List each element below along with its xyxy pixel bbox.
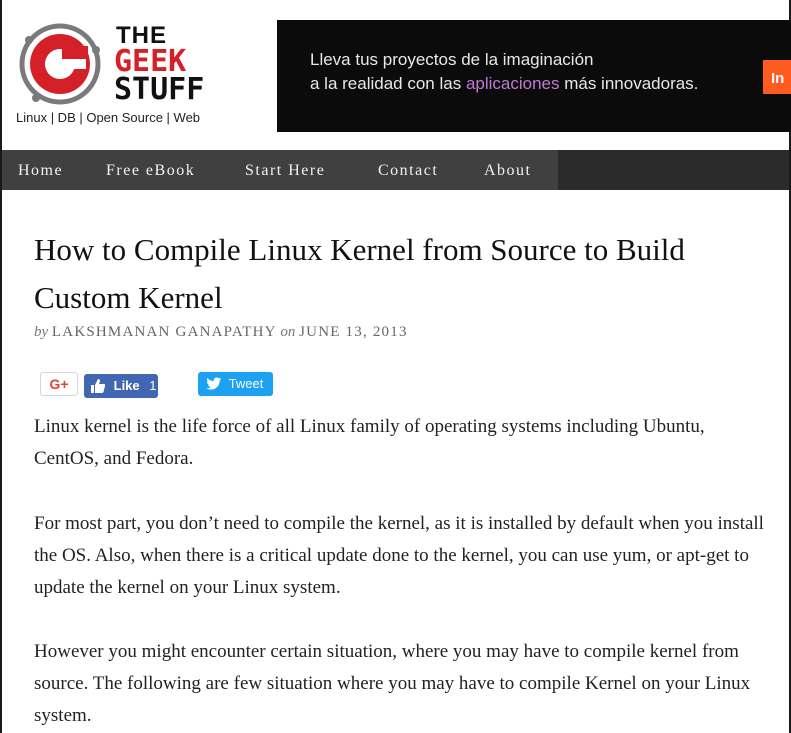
like-label: Like: [113, 378, 140, 393]
google-plus-button[interactable]: G+: [40, 372, 78, 396]
geek-g-logo-icon: [19, 23, 101, 105]
ad-text-line2-start: a la realidad con las: [310, 74, 466, 93]
ad-text-line1: Lleva tus proyectos de la imaginación: [310, 50, 594, 69]
article-paragraph: For most part, you don’t need to compile…: [34, 513, 764, 598]
nav-item-contact[interactable]: Contact: [378, 162, 438, 180]
nav-item-about[interactable]: About: [484, 162, 532, 180]
ad-text-line2: a la realidad con las aplicaciones más i…: [310, 74, 698, 94]
nav-item-start-here[interactable]: Start Here: [245, 162, 325, 180]
nav-menu: Home Free eBook Start Here Contact About: [2, 150, 558, 190]
article-paragraph: Linux kernel is the life force of all Li…: [34, 416, 705, 469]
page-border-left: [0, 0, 2, 733]
facebook-like-button[interactable]: Like 1: [84, 374, 158, 398]
author-link[interactable]: LAKSHMANAN GANAPATHY: [52, 324, 277, 340]
publish-date: JUNE 13, 2013: [299, 324, 408, 340]
tweet-button[interactable]: Tweet: [198, 372, 273, 396]
ad-cta-button[interactable]: In: [763, 60, 791, 94]
nav-item-free-ebook[interactable]: Free eBook: [106, 162, 195, 180]
byline-by: by: [34, 324, 49, 340]
thumbs-up-icon: [90, 374, 106, 402]
ad-text-line2-end: más innovadoras.: [559, 74, 699, 93]
article-byline: by LAKSHMANAN GANAPATHY on JUNE 13, 2013: [34, 324, 408, 341]
article-paragraph: However you might encounter certain situ…: [34, 641, 751, 726]
byline-on: on: [280, 324, 296, 340]
site-logo[interactable]: THE GEEK STUFF Linux | DB | Open Source …: [16, 20, 246, 132]
nav-item-home[interactable]: Home: [18, 162, 63, 180]
main-nav: Home Free eBook Start Here Contact About: [2, 150, 789, 190]
logo-tagline: Linux | DB | Open Source | Web: [16, 110, 201, 125]
like-count: 1: [149, 378, 157, 393]
twitter-bird-icon: [206, 372, 222, 399]
article-title: How to Compile Linux Kernel from Source …: [34, 232, 685, 315]
ad-banner[interactable]: Lleva tus proyectos de la imaginación a …: [277, 20, 791, 132]
tweet-label: Tweet: [228, 376, 264, 391]
ad-text-highlight: aplicaciones: [465, 74, 560, 93]
logo-text-stuff: STUFF: [114, 72, 205, 107]
